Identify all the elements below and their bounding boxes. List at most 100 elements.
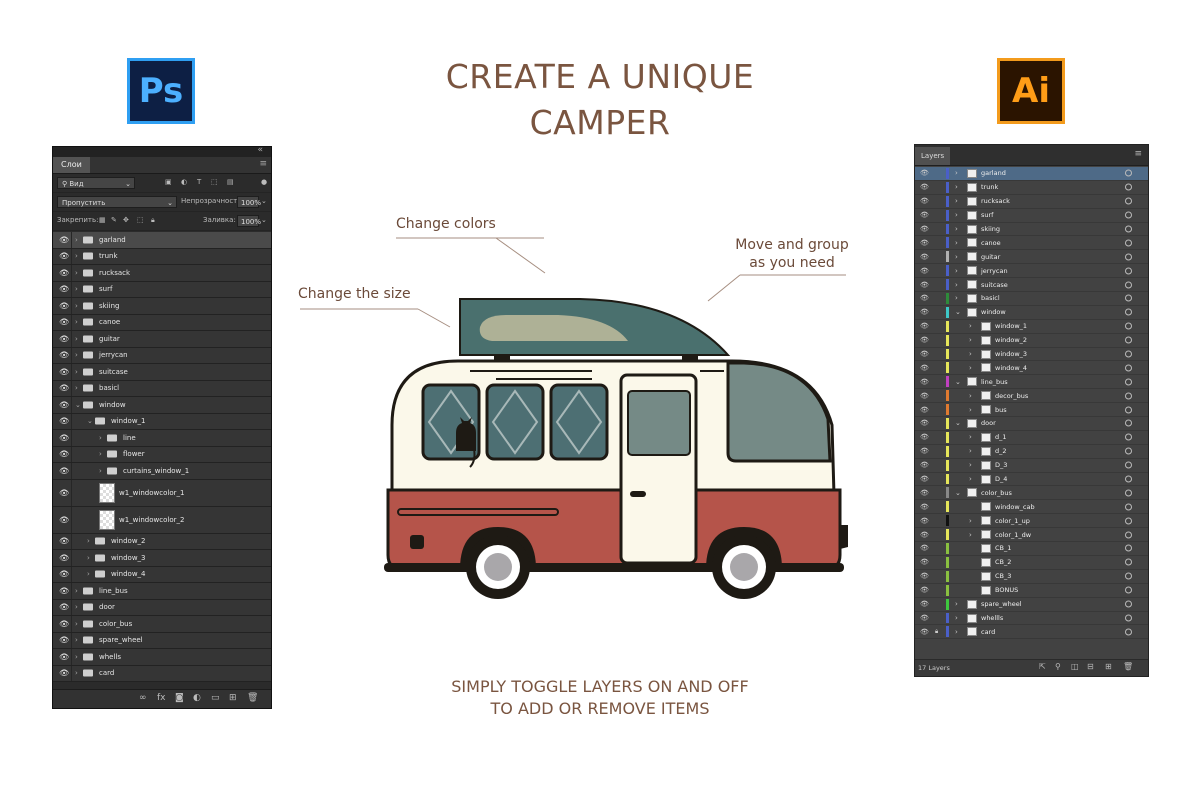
- new-layer-icon[interactable]: ⊞: [229, 693, 237, 703]
- ps-layer-line[interactable]: 👁︎ › line: [53, 430, 271, 447]
- eye-icon[interactable]: 👁︎: [920, 586, 929, 594]
- target-circle-icon[interactable]: [1125, 281, 1132, 289]
- eye-icon[interactable]: 👁︎: [920, 544, 929, 552]
- eye-icon[interactable]: 👁︎: [59, 636, 69, 645]
- ps-layer-line-bus[interactable]: 👁︎ › line_bus: [53, 583, 271, 600]
- ps-layer-suitcase[interactable]: 👁︎ › suitcase: [53, 364, 271, 381]
- chevron-right-icon[interactable]: ›: [87, 537, 90, 545]
- ai-layer-window-2[interactable]: 👁︎ › window_2: [915, 334, 1148, 348]
- target-circle-icon[interactable]: [1125, 211, 1132, 219]
- chevron-down-icon[interactable]: ⌄: [955, 308, 961, 316]
- target-circle-icon[interactable]: [1125, 517, 1132, 525]
- target-circle-icon[interactable]: [1125, 614, 1132, 622]
- ps-layer-basicl[interactable]: 👁︎ › basicl: [53, 380, 271, 397]
- target-circle-icon[interactable]: [1125, 489, 1132, 497]
- export-icon[interactable]: ⇱: [1039, 662, 1046, 671]
- eye-icon[interactable]: 👁︎: [59, 235, 69, 244]
- eye-icon[interactable]: 👁︎: [920, 281, 929, 289]
- chevron-right-icon[interactable]: ›: [955, 614, 958, 622]
- ai-layer-skiing[interactable]: 👁︎ › skiing: [915, 223, 1148, 237]
- ps-layer-curtains-window-1[interactable]: 👁︎ › curtains_window_1: [53, 463, 271, 480]
- target-circle-icon[interactable]: [1125, 447, 1132, 455]
- chevron-right-icon[interactable]: ›: [969, 336, 972, 344]
- ps-filter-toggle-icon[interactable]: ●: [261, 178, 267, 186]
- chevron-right-icon[interactable]: ›: [955, 294, 958, 302]
- chevron-right-icon[interactable]: ›: [75, 269, 78, 277]
- ai-layer-cb-2[interactable]: 👁︎ CB_2: [915, 556, 1148, 570]
- target-circle-icon[interactable]: [1125, 586, 1132, 594]
- ps-lock-position-icon[interactable]: ✥: [123, 216, 129, 224]
- ps-filter-type-icon[interactable]: T: [197, 178, 201, 186]
- collapse-icon[interactable]: «: [257, 145, 263, 155]
- ps-filter-select[interactable]: ⚲ Вид ⌄: [57, 177, 135, 189]
- eye-icon[interactable]: 👁︎: [59, 652, 69, 661]
- chevron-right-icon[interactable]: ›: [955, 169, 958, 177]
- link-icon[interactable]: ∞: [139, 693, 147, 703]
- ai-layer-bonus[interactable]: 👁︎ BONUS: [915, 584, 1148, 598]
- ai-layer-bus[interactable]: 👁︎ › bus: [915, 403, 1148, 418]
- chevron-right-icon[interactable]: ›: [969, 322, 972, 330]
- eye-icon[interactable]: 👁︎: [920, 336, 929, 344]
- ai-layer-guitar[interactable]: 👁︎ › guitar: [915, 250, 1148, 265]
- target-circle-icon[interactable]: [1125, 322, 1132, 330]
- ps-layer-window-2[interactable]: 👁︎ › window_2: [53, 533, 271, 550]
- ps-layer-window[interactable]: 👁︎ ⌄ window: [53, 397, 271, 414]
- target-circle-icon[interactable]: [1125, 406, 1132, 414]
- ai-layer-color-bus[interactable]: 👁︎ ⌄ color_bus: [915, 486, 1148, 501]
- target-circle-icon[interactable]: [1125, 253, 1132, 261]
- ai-layer-door[interactable]: 👁︎ ⌄ door: [915, 417, 1148, 431]
- chevron-right-icon[interactable]: ›: [955, 225, 958, 233]
- eye-icon[interactable]: 👁︎: [59, 301, 69, 310]
- ai-tab-layers[interactable]: Layers: [915, 147, 951, 165]
- eye-icon[interactable]: 👁︎: [59, 669, 69, 678]
- ai-layer-line-bus[interactable]: 👁︎ ⌄ line_bus: [915, 375, 1148, 390]
- chevron-right-icon[interactable]: ›: [99, 467, 102, 475]
- ai-layer-window-1[interactable]: 👁︎ › window_1: [915, 320, 1148, 334]
- eye-icon[interactable]: 👁︎: [920, 419, 929, 427]
- eye-icon[interactable]: 👁︎: [59, 553, 69, 562]
- chevron-right-icon[interactable]: ›: [75, 335, 78, 343]
- chevron-right-icon[interactable]: ›: [969, 517, 972, 525]
- chevron-right-icon[interactable]: ›: [969, 406, 972, 414]
- chevron-right-icon[interactable]: ›: [969, 364, 972, 372]
- target-circle-icon[interactable]: [1125, 308, 1132, 316]
- eye-icon[interactable]: 👁︎: [920, 364, 929, 372]
- ps-filter-pixel-icon[interactable]: ▣: [165, 178, 172, 186]
- chevron-right-icon[interactable]: ›: [969, 350, 972, 358]
- chevron-right-icon[interactable]: ›: [75, 620, 78, 628]
- eye-icon[interactable]: 👁︎: [920, 600, 929, 608]
- ai-layer-d-4[interactable]: 👁︎ › D_4: [915, 473, 1148, 487]
- chevron-right-icon[interactable]: ›: [969, 392, 972, 400]
- chevron-right-icon[interactable]: ›: [955, 197, 958, 205]
- ps-lock-brush-icon[interactable]: ✎: [111, 216, 117, 224]
- new-layer-icon[interactable]: ⊞: [1105, 662, 1112, 671]
- chevron-right-icon[interactable]: ›: [955, 183, 958, 191]
- ai-layer-trunk[interactable]: 👁︎ › trunk: [915, 181, 1148, 195]
- ps-layer-flower[interactable]: 👁︎ › flower: [53, 446, 271, 463]
- eye-icon[interactable]: 👁︎: [920, 461, 929, 469]
- target-circle-icon[interactable]: [1125, 267, 1132, 275]
- ps-lock-all-icon[interactable]: 🔒︎: [151, 216, 155, 225]
- chevron-right-icon[interactable]: ›: [75, 351, 78, 359]
- eye-icon[interactable]: 👁︎: [920, 267, 929, 275]
- eye-icon[interactable]: 👁︎: [920, 433, 929, 441]
- chevron-right-icon[interactable]: ›: [969, 475, 972, 483]
- eye-icon[interactable]: 👁︎: [920, 489, 929, 497]
- chevron-right-icon[interactable]: ›: [75, 368, 78, 376]
- eye-icon[interactable]: 👁︎: [920, 558, 929, 566]
- ai-layer-d-2[interactable]: 👁︎ › d_2: [915, 445, 1148, 459]
- ai-layer-garland[interactable]: 👁︎ › garland: [915, 167, 1148, 181]
- trash-icon[interactable]: 🗑︎: [247, 693, 258, 703]
- ai-layer-rucksack[interactable]: 👁︎ › rucksack: [915, 195, 1148, 209]
- chevron-right-icon[interactable]: ›: [969, 433, 972, 441]
- chevron-down-icon[interactable]: ⌄: [261, 197, 267, 205]
- chevron-right-icon[interactable]: ›: [75, 302, 78, 310]
- ps-layer-window-4[interactable]: 👁︎ › window_4: [53, 566, 271, 583]
- eye-icon[interactable]: 👁︎: [920, 225, 929, 233]
- target-circle-icon[interactable]: [1125, 419, 1132, 427]
- eye-icon[interactable]: 👁︎: [59, 268, 69, 277]
- chevron-right-icon[interactable]: ›: [955, 600, 958, 608]
- ps-layer-card[interactable]: 👁︎ › card: [53, 665, 271, 682]
- ai-layer-card[interactable]: 👁︎ 🔒︎ › card: [915, 625, 1148, 640]
- eye-icon[interactable]: 👁︎: [920, 169, 929, 177]
